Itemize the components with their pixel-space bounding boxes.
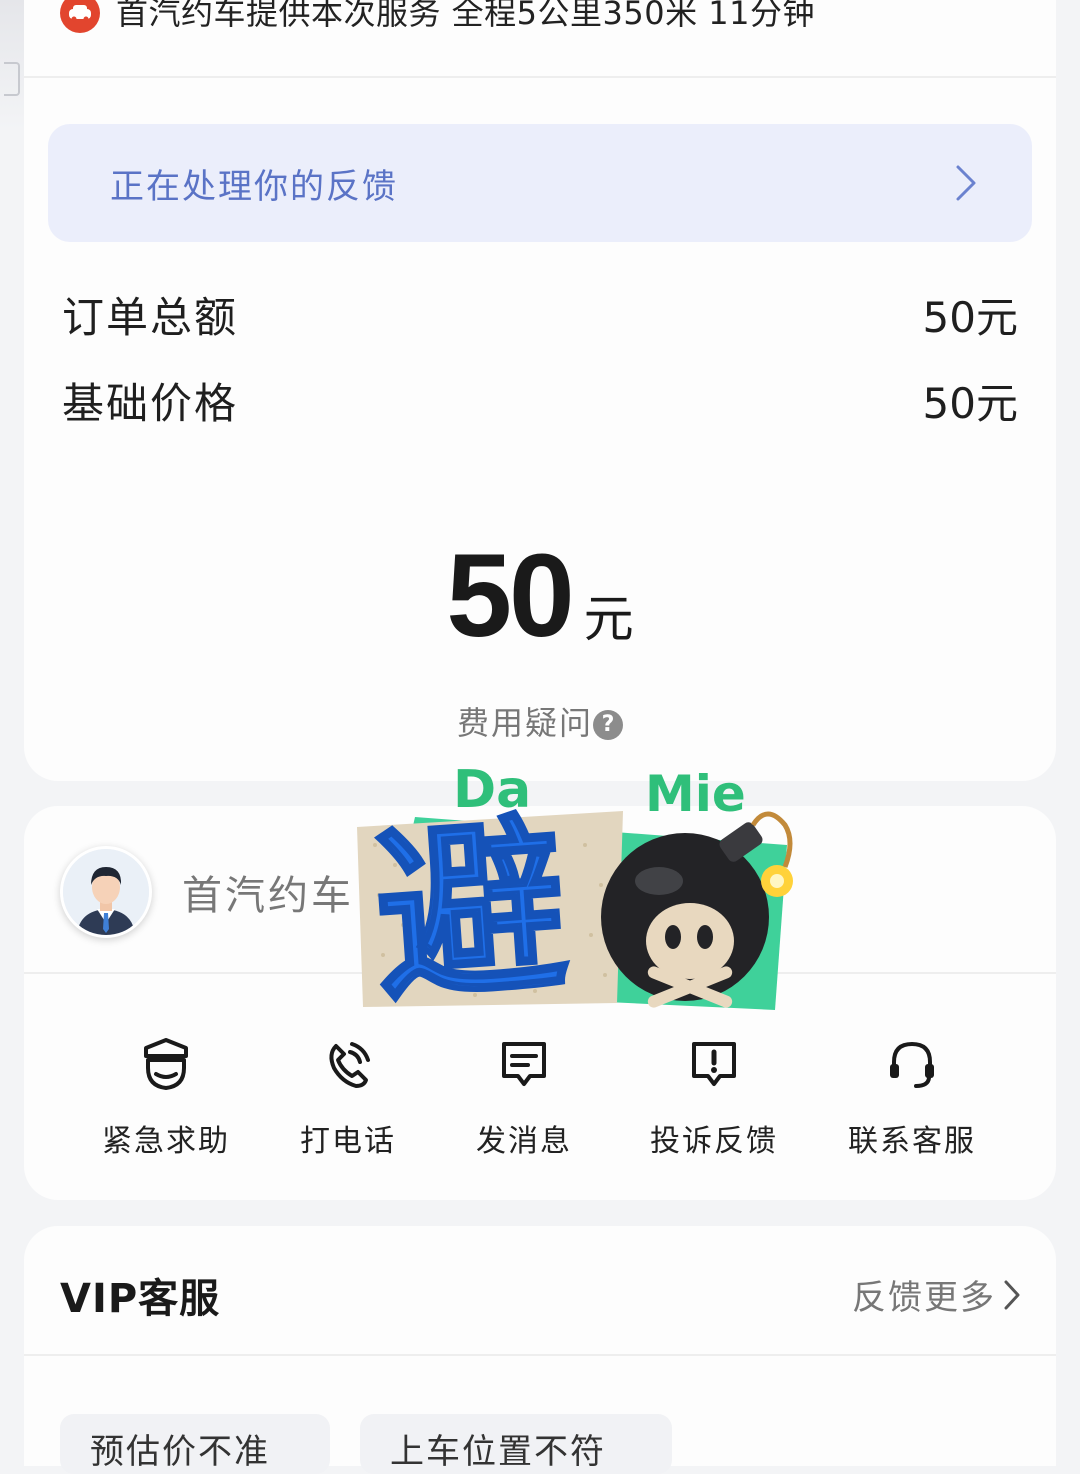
chevron-right-icon — [956, 165, 976, 201]
customer-service-button[interactable]: 联系客服 — [822, 1034, 1002, 1160]
order-total-row: 订单总额 50元 — [62, 284, 1018, 345]
message-icon — [502, 1042, 546, 1086]
police-badge-icon — [144, 1038, 188, 1090]
driver-avatar-icon[interactable] — [60, 846, 152, 938]
service-info: 首汽约车提供本次服务 全程5公里350米 11分钟 — [60, 0, 815, 40]
base-price-label: 基础价格 — [62, 379, 239, 428]
complaint-button[interactable]: 投诉反馈 — [624, 1034, 804, 1160]
feedback-status-text: 正在处理你的反馈 — [110, 166, 398, 207]
action-bar: 紧急求助 打电话 发消息 投诉反馈 联系客服 — [24, 1034, 1056, 1164]
divider — [24, 972, 1056, 974]
question-circle-icon: ? — [593, 710, 623, 740]
vip-title: VIP客服 — [60, 1276, 221, 1322]
feedback-chip[interactable]: 预估价不准 — [60, 1414, 330, 1474]
total-amount: 50 元 — [24, 528, 1056, 664]
order-total-value: 50元 — [922, 293, 1018, 342]
left-edge-strip — [0, 0, 24, 130]
more-feedback-link[interactable]: 反馈更多 — [852, 1270, 1022, 1319]
feedback-chip[interactable]: 上车位置不符 — [360, 1414, 672, 1474]
fee-question-link[interactable]: 费用疑问? — [24, 698, 1056, 744]
divider — [24, 76, 1056, 78]
call-button[interactable]: 打电话 — [258, 1034, 438, 1160]
more-feedback-label: 反馈更多 — [852, 1278, 996, 1318]
emergency-help-button[interactable]: 紧急求助 — [76, 1034, 256, 1160]
call-label: 打电话 — [300, 1124, 396, 1159]
complaint-label: 投诉反馈 — [650, 1124, 778, 1159]
edge-handle-icon — [4, 62, 20, 96]
headset-icon — [890, 1041, 934, 1088]
emergency-help-label: 紧急求助 — [102, 1124, 230, 1159]
car-icon — [60, 0, 100, 33]
driver-card: 首汽约车 紧急求助 打电话 发消息 投诉反馈 联系客服 — [24, 806, 1056, 1200]
send-message-label: 发消息 — [476, 1124, 572, 1159]
base-price-value: 50元 — [922, 379, 1018, 428]
total-amount-unit: 元 — [583, 590, 634, 648]
driver-name: 首汽约车 — [182, 873, 354, 919]
total-amount-number: 50 — [446, 530, 574, 662]
vip-service-card: VIP客服 反馈更多 预估价不准 上车位置不符 — [24, 1226, 1056, 1474]
fee-question-label: 费用疑问 — [456, 704, 593, 742]
phone-icon — [329, 1042, 370, 1088]
complaint-icon — [692, 1042, 736, 1086]
base-price-row: 基础价格 50元 — [62, 370, 1018, 431]
divider — [24, 1354, 1056, 1356]
feedback-status-banner[interactable]: 正在处理你的反馈 — [48, 124, 1032, 242]
driver-row: 首汽约车 — [60, 846, 354, 938]
order-total-label: 订单总额 — [62, 293, 239, 342]
customer-service-label: 联系客服 — [848, 1124, 976, 1159]
fare-card: 首汽约车提供本次服务 全程5公里350米 11分钟 正在处理你的反馈 订单总额 … — [24, 0, 1056, 781]
service-text: 首汽约车提供本次服务 全程5公里350米 11分钟 — [116, 0, 816, 32]
send-message-button[interactable]: 发消息 — [434, 1034, 614, 1160]
chevron-right-icon — [1004, 1280, 1020, 1309]
